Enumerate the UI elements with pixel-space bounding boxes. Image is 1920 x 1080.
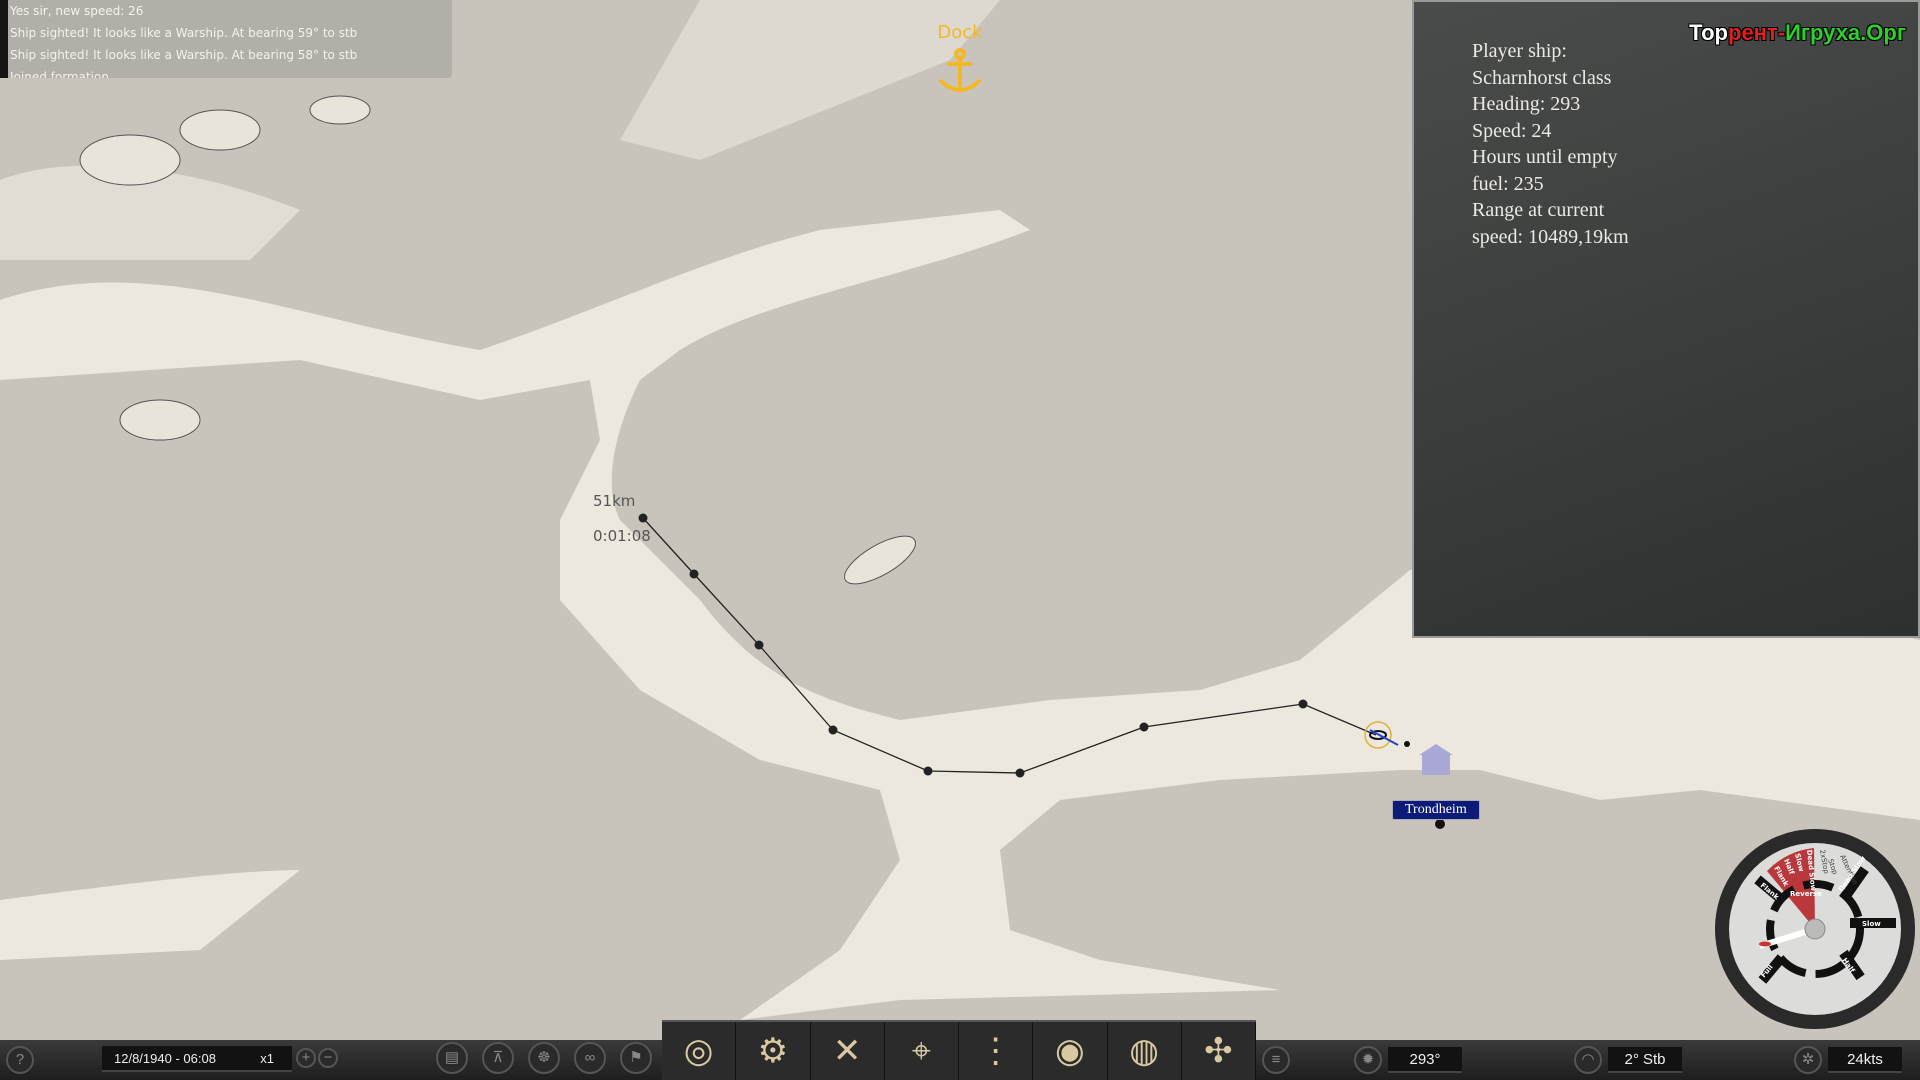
town-marker — [1435, 819, 1445, 829]
logbook-icon[interactable]: ▤ — [436, 1042, 468, 1074]
info-line: Scharnhorst class — [1472, 65, 1629, 92]
damage-control-icon[interactable]: ✕ — [811, 1022, 885, 1080]
speed-readout: 24kts — [1828, 1047, 1902, 1073]
atom-research-icon[interactable]: ✣ — [1182, 1022, 1256, 1080]
heading-readout: 293° — [1388, 1047, 1462, 1073]
propeller-icon: ✲ — [1794, 1046, 1822, 1074]
route-distance: 51km — [593, 492, 635, 510]
helm-wheel-icon[interactable]: ☸ — [528, 1042, 560, 1074]
rudder-readout: 2° Stb — [1608, 1047, 1682, 1073]
info-line: speed: 10489,19km — [1472, 224, 1629, 251]
gunnery-crosshair-icon[interactable]: ⌖ — [885, 1022, 959, 1080]
log-entry: Joined formation — [8, 66, 452, 78]
radar-icon[interactable]: ◉ — [1033, 1022, 1107, 1080]
route-time: 0:01:08 — [593, 527, 651, 545]
world-map-icon[interactable]: ◍ — [1108, 1022, 1182, 1080]
log-entry: Ship sighted! It looks like a Warship. A… — [8, 22, 452, 44]
info-line: Player ship: — [1472, 38, 1629, 65]
engine-telegraph[interactable]: Flank Half Slow Dead Slow Reverse 2xStop… — [1712, 826, 1918, 1032]
message-log[interactable]: Yes sir, new speed: 26 Ship sighted! It … — [0, 0, 452, 78]
info-line: Heading: 293 — [1472, 91, 1629, 118]
flags-icon[interactable]: ⚑ — [620, 1042, 652, 1074]
date-time: 12/8/1940 - 06:08 — [114, 1051, 216, 1066]
date-time-display: 12/8/1940 - 06:08 x1 — [102, 1046, 292, 1072]
station-toolbar: ◎ ⚙ ✕ ⌖ ⋮ ◉ ◍ ✣ — [662, 1020, 1256, 1080]
engine-gear-icon[interactable]: ⚙ — [736, 1022, 810, 1080]
time-faster-icon[interactable]: + — [296, 1048, 316, 1068]
log-entry: Yes sir, new speed: 26 — [8, 0, 452, 22]
binoculars-icon[interactable]: ∞ — [574, 1042, 606, 1074]
telegraph-slow: Slow — [1862, 920, 1881, 928]
compass-icon: ✹ — [1354, 1046, 1382, 1074]
info-line: Range at current — [1472, 197, 1629, 224]
info-line: Speed: 24 — [1472, 118, 1629, 145]
ship-info-panel: Торрент-Игруха.Орг Player ship: Scharnho… — [1412, 0, 1920, 638]
rudder-gauge-icon: ◠ — [1574, 1046, 1602, 1074]
help-button[interactable]: ? — [6, 1046, 34, 1074]
watermark: Торрент-Игруха.Орг — [1689, 20, 1906, 46]
info-line: fuel: 235 — [1472, 171, 1629, 198]
captain-station-icon[interactable]: ◎ — [662, 1022, 736, 1080]
radio-mast-icon[interactable]: ⊼ — [482, 1042, 514, 1074]
town-label-trondheim[interactable]: Trondheim — [1392, 800, 1480, 820]
time-slower-icon[interactable]: − — [318, 1048, 338, 1068]
log-entry: Ship sighted! It looks like a Warship. A… — [8, 44, 452, 66]
telegraph-reverse-label: Reverse — [1790, 890, 1822, 898]
menu-icon[interactable]: ≡ — [1262, 1046, 1290, 1074]
time-compression: x1 — [260, 1046, 274, 1072]
dock-label[interactable]: Dock — [935, 22, 985, 43]
info-line: Hours until empty — [1472, 144, 1629, 171]
torpedo-icon[interactable]: ⋮ — [959, 1022, 1033, 1080]
